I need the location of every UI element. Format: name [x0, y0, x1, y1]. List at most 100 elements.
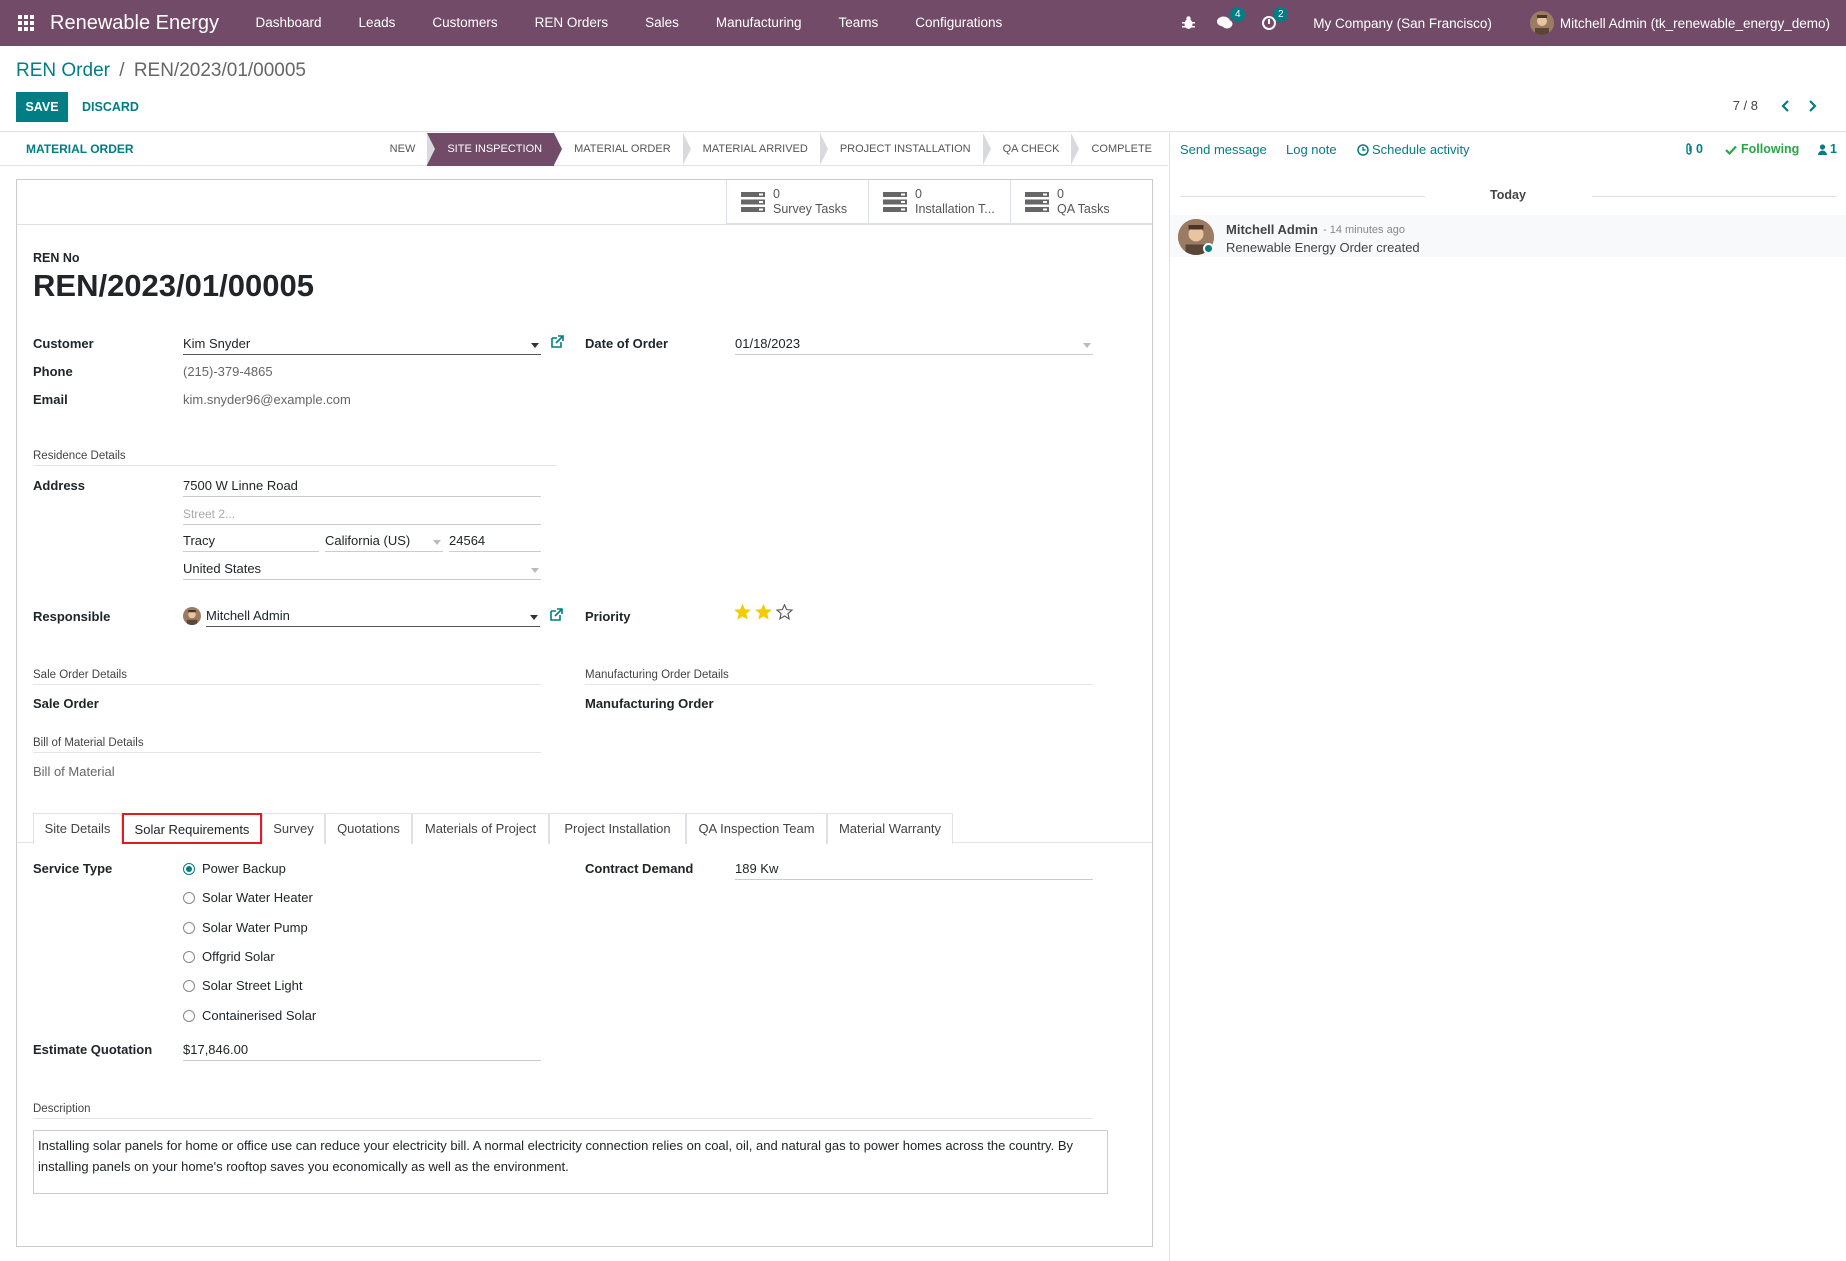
qa-tasks-count: 0 — [1057, 186, 1064, 201]
radio-circle[interactable] — [183, 921, 195, 934]
apps-menu-icon[interactable] — [14, 0, 38, 46]
chevron-down-icon[interactable] — [531, 568, 539, 573]
breadcrumb-parent[interactable]: REN Order — [16, 60, 110, 81]
menu-item-configurations[interactable]: Configurations — [897, 0, 1021, 46]
attachments-button[interactable]: 0 — [1684, 133, 1703, 166]
star-icon[interactable] — [734, 604, 751, 620]
chevron-down-icon[interactable] — [433, 540, 441, 545]
radio-containerised-solar[interactable]: Containerised Solar — [183, 1008, 316, 1023]
radio-circle[interactable] — [183, 862, 195, 875]
activities-badge: 2 — [1273, 7, 1289, 22]
stage-new[interactable]: NEW — [370, 133, 435, 166]
menu-item-dashboard[interactable]: Dashboard — [237, 0, 340, 46]
user-menu[interactable]: Mitchell Admin (tk_renewable_energy_demo… — [1529, 11, 1830, 35]
top-navbar: Renewable Energy Dashboard Leads Custome… — [0, 0, 1846, 46]
radio-circle[interactable] — [183, 979, 195, 992]
tasks-icon — [741, 191, 765, 212]
pager-value[interactable]: 7 / 8 — [1733, 98, 1758, 113]
qa-tasks-button[interactable]: 0 QA Tasks — [1010, 180, 1152, 223]
chevron-down-icon[interactable] — [531, 343, 539, 348]
discard-button[interactable]: DISCARD — [74, 92, 147, 122]
qa-tasks-label: QA Tasks — [1057, 201, 1110, 216]
tab-solar-requirements[interactable]: Solar Requirements — [122, 813, 262, 844]
star-icon[interactable] — [755, 604, 772, 620]
installation-tasks-button[interactable]: 0 Installation T... — [868, 180, 1010, 223]
tab-materials-of-project[interactable]: Materials of Project — [412, 813, 549, 844]
app-title[interactable]: Renewable Energy — [50, 12, 219, 35]
radio-circle[interactable] — [183, 950, 195, 963]
date-of-order-field[interactable]: 01/18/2023 — [735, 335, 1093, 355]
radio-solar-water-pump[interactable]: Solar Water Pump — [183, 920, 308, 935]
tab-project-installation[interactable]: Project Installation — [549, 813, 686, 844]
following-button[interactable]: Following — [1725, 133, 1799, 166]
star-icon[interactable] — [776, 604, 793, 620]
chevron-right-icon[interactable] — [1804, 96, 1822, 116]
tab-quotations[interactable]: Quotations — [325, 813, 412, 844]
contract-demand-field[interactable]: 189 Kw — [735, 860, 1093, 880]
country-field[interactable]: United States — [183, 560, 541, 580]
chevron-down-icon[interactable] — [1083, 343, 1091, 348]
bill-of-material-label: Bill of Material — [33, 764, 115, 779]
customer-field[interactable]: Kim Snyder — [183, 335, 541, 355]
tab-qa-inspection-team[interactable]: QA Inspection Team — [686, 813, 827, 844]
responsible-field[interactable]: Mitchell Admin — [206, 607, 540, 627]
stage-site-inspection[interactable]: SITE INSPECTION — [427, 133, 562, 166]
stage-material-order[interactable]: MATERIAL ORDER — [554, 133, 691, 166]
user-name: Mitchell Admin (tk_renewable_energy_demo… — [1559, 15, 1830, 31]
online-status-icon — [1203, 243, 1214, 254]
breadcrumb-current: REN/2023/01/00005 — [133, 60, 306, 81]
external-link-icon[interactable] — [550, 335, 564, 349]
estimate-quotation-label: Estimate Quotation — [33, 1042, 153, 1057]
company-switcher[interactable]: My Company (San Francisco) — [1313, 16, 1492, 31]
external-link-icon[interactable] — [549, 608, 563, 622]
menu-item-customers[interactable]: Customers — [414, 0, 516, 46]
tab-survey[interactable]: Survey — [262, 813, 325, 844]
radio-offgrid-solar[interactable]: Offgrid Solar — [183, 949, 275, 964]
material-order-button[interactable]: MATERIAL ORDER — [18, 133, 142, 166]
description-field[interactable]: Installing solar panels for home or offi… — [33, 1130, 1108, 1194]
survey-tasks-button[interactable]: 0 Survey Tasks — [726, 180, 868, 223]
stage-qa-check[interactable]: QA CHECK — [983, 133, 1080, 166]
messages-icon[interactable]: 4 — [1217, 7, 1246, 30]
street2-field[interactable]: Street 2... — [183, 505, 541, 525]
followers-button[interactable]: 1 — [1818, 133, 1837, 166]
stage-complete[interactable]: COMPLETE — [1071, 133, 1168, 166]
priority-label: Priority — [585, 609, 631, 624]
activities-icon[interactable]: 2 — [1262, 7, 1289, 30]
street-field[interactable]: 7500 W Linne Road — [183, 477, 541, 497]
stage-project-installation[interactable]: PROJECT INSTALLATION — [820, 133, 991, 166]
send-message-button[interactable]: Send message — [1180, 133, 1267, 166]
tasks-icon — [1025, 191, 1049, 212]
save-button[interactable]: SAVE — [16, 92, 68, 122]
tab-material-warranty[interactable]: Material Warranty — [827, 813, 953, 844]
radio-power-backup[interactable]: Power Backup — [183, 861, 286, 876]
zip-field[interactable]: 24564 — [449, 532, 541, 552]
schedule-activity-button[interactable]: Schedule activity — [1357, 133, 1470, 166]
radio-circle[interactable] — [183, 1009, 195, 1022]
radio-solar-water-heater[interactable]: Solar Water Heater — [183, 890, 313, 905]
message-author[interactable]: Mitchell Admin — [1226, 222, 1318, 237]
chevron-left-icon[interactable] — [1776, 96, 1794, 116]
bug-icon[interactable] — [1182, 16, 1196, 30]
email-value[interactable]: kim.snyder96@example.com — [183, 392, 351, 407]
log-note-button[interactable]: Log note — [1286, 133, 1337, 166]
menu-item-manufacturing[interactable]: Manufacturing — [697, 0, 820, 46]
menu-item-ren-orders[interactable]: REN Orders — [516, 0, 627, 46]
phone-value[interactable]: (215)-379-4865 — [183, 364, 273, 379]
estimate-quotation-field[interactable]: $17,846.00 — [183, 1041, 541, 1061]
ren-no-title: REN/2023/01/00005 — [33, 268, 314, 303]
chevron-down-icon[interactable] — [530, 615, 538, 620]
menu-item-teams[interactable]: Teams — [820, 0, 897, 46]
radio-solar-street-light[interactable]: Solar Street Light — [183, 978, 302, 993]
menu-item-leads[interactable]: Leads — [340, 0, 414, 46]
menu-item-sales[interactable]: Sales — [627, 0, 698, 46]
installation-tasks-count: 0 — [915, 186, 922, 201]
city-field[interactable]: Tracy — [183, 532, 319, 552]
stage-material-arrived[interactable]: MATERIAL ARRIVED — [683, 133, 828, 166]
chatter-topbar: Send message Log note Schedule activity … — [1170, 133, 1846, 166]
radio-circle[interactable] — [183, 891, 195, 904]
state-field[interactable]: California (US) — [325, 532, 443, 552]
clock-icon — [1357, 143, 1369, 156]
tab-site-details[interactable]: Site Details — [33, 813, 122, 844]
survey-tasks-label: Survey Tasks — [773, 201, 848, 216]
